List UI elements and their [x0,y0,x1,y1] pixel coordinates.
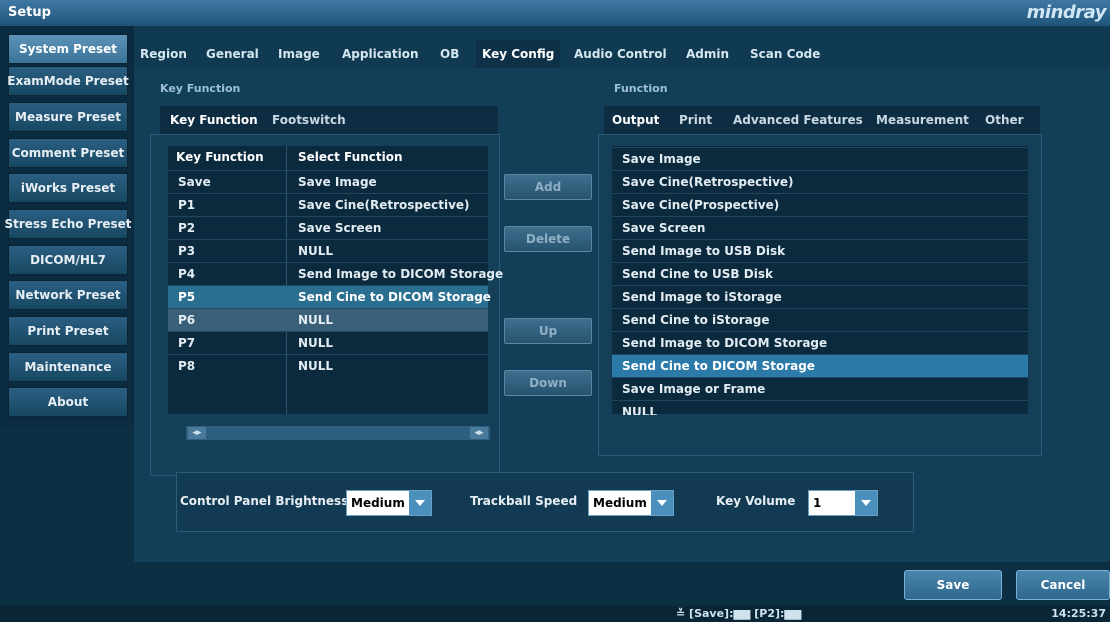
table-row[interactable]: P8 NULL [168,354,488,378]
table-row[interactable]: Save Save Image [168,170,488,194]
trackball-speed-label: Trackball Speed [470,494,578,508]
window-title: Setup [8,5,51,20]
clock: 14:25:37 [1051,607,1106,620]
subtab-print[interactable]: Print [679,106,712,134]
chevron-down-icon[interactable] [409,491,431,515]
list-item[interactable]: NULL [612,400,1028,415]
list-item[interactable]: Save Cine(Prospective) [612,193,1028,217]
tab-admin[interactable]: Admin [686,44,729,64]
trackball-speed-select[interactable]: Medium [588,490,674,516]
list-item[interactable]: Send Image to iStorage [612,285,1028,309]
tab-key-config[interactable]: Key Config [476,40,561,68]
tab-image[interactable]: Image [278,44,320,64]
tab-application[interactable]: Application [342,44,419,64]
list-item[interactable]: Send Cine to USB Disk [612,262,1028,286]
subtab-output[interactable]: Output [612,106,659,134]
table-row[interactable]: P6 NULL [168,308,488,332]
subtab-other[interactable]: Other [985,106,1024,134]
chevron-down-icon[interactable] [651,491,673,515]
delete-button[interactable]: Delete [504,226,592,252]
subtab-key-function[interactable]: Key Function [170,106,258,134]
sidebar-item-system-preset[interactable]: System Preset [8,34,128,64]
tab-ob[interactable]: OB [440,44,459,64]
table-row[interactable]: P2 Save Screen [168,216,488,240]
add-button[interactable]: Add [504,174,592,200]
brightness-select[interactable]: Medium [346,490,432,516]
sidebar: System Preset ExamMode Preset Measure Pr… [0,26,134,426]
tab-audio-control[interactable]: Audio Control [574,44,667,64]
list-item[interactable]: Save Screen [612,216,1028,240]
tab-general[interactable]: General [206,44,259,64]
chevron-down-icon[interactable] [855,491,877,515]
brightness-label: Control Panel Brightness [180,494,349,508]
down-button[interactable]: Down [504,370,592,396]
subtab-footswitch[interactable]: Footswitch [272,106,346,134]
list-item[interactable]: Save Image or Frame [612,377,1028,401]
scroll-left-icon[interactable]: ◂▸ [188,427,206,439]
save-button[interactable]: Save [904,570,1002,600]
tab-scan-code[interactable]: Scan Code [750,44,820,64]
sidebar-item-measure-preset[interactable]: Measure Preset [8,102,128,132]
key-volume-label: Key Volume [716,494,796,508]
tab-region[interactable]: Region [140,44,187,64]
table-row[interactable]: P1 Save Cine(Retrospective) [168,193,488,217]
sidebar-item-comment-preset[interactable]: Comment Preset [8,138,128,168]
list-item[interactable]: Save Image [612,147,1028,171]
key-volume-select[interactable]: 1 [808,490,878,516]
key-function-section-label: Key Function [160,82,241,95]
subtab-advanced-features[interactable]: Advanced Features [733,106,863,134]
sidebar-item-maintenance[interactable]: Maintenance [8,352,128,382]
status-bar [0,606,1110,622]
sidebar-item-stress-echo-preset[interactable]: Stress Echo Preset [4,209,132,239]
scroll-right-icon[interactable]: ◂▸ [470,427,488,439]
list-item[interactable]: Send Image to USB Disk [612,239,1028,263]
list-item[interactable]: Save Cine(Retrospective) [612,170,1028,194]
table-row[interactable]: P7 NULL [168,331,488,355]
function-section-label: Function [614,82,668,95]
brand-logo: mindray [1026,2,1107,23]
title-bar [0,0,1110,27]
list-item[interactable]: Send Image to DICOM Storage [612,331,1028,355]
column-header-select-function: Select Function [298,150,403,164]
up-button[interactable]: Up [504,318,592,344]
list-item[interactable]: Send Cine to iStorage [612,308,1028,332]
key-assignment-status: ≚ [Save]:▆▆ [P2]:▆▆ [676,607,802,620]
sidebar-item-iworks-preset[interactable]: iWorks Preset [8,173,128,203]
column-header-key-function: Key Function [176,150,264,164]
list-item-selected[interactable]: Send Cine to DICOM Storage [612,354,1028,378]
table-row[interactable]: P4 Send Image to DICOM Storage [168,262,503,286]
horizontal-scrollbar[interactable]: ◂▸ ◂▸ [186,426,490,440]
sidebar-item-exammode-preset[interactable]: ExamMode Preset [7,66,129,96]
sidebar-item-about[interactable]: About [8,387,128,417]
table-row-selected[interactable]: P5 Send Cine to DICOM Storage [168,285,491,309]
cancel-button[interactable]: Cancel [1016,570,1110,600]
sidebar-item-network-preset[interactable]: Network Preset [8,280,128,310]
table-row[interactable]: P3 NULL [168,239,488,263]
subtab-measurement[interactable]: Measurement [876,106,969,134]
sidebar-item-dicom-hl7[interactable]: DICOM/HL7 [8,245,128,275]
sidebar-item-print-preset[interactable]: Print Preset [8,316,128,346]
